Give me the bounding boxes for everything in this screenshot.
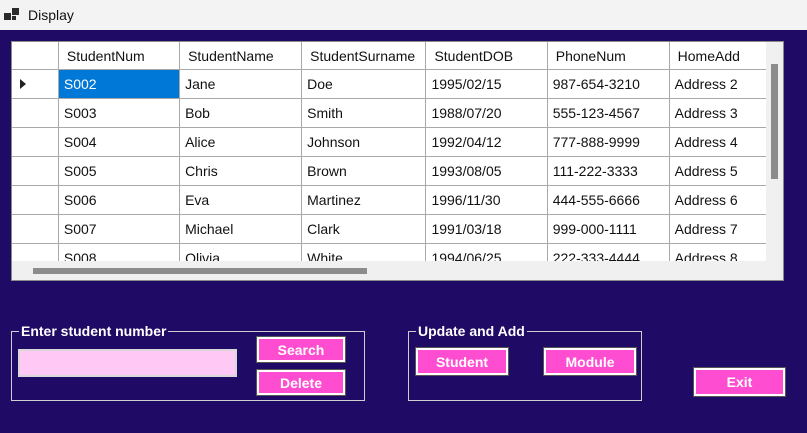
table-cell[interactable]: Michael [179,214,303,244]
table-cell[interactable]: 1988/07/20 [425,98,548,128]
table-cell[interactable]: 222-333-4444 [547,243,670,261]
table-cell[interactable]: 987-654-3210 [547,69,670,99]
search-button[interactable]: Search [257,337,345,362]
table-cell[interactable]: 1991/03/18 [425,214,548,244]
column-header[interactable]: StudentNum [58,42,181,70]
app-icon [4,7,20,23]
row-header[interactable] [12,243,59,261]
column-header[interactable]: StudentDOB [425,42,548,70]
row-header[interactable] [12,156,59,186]
table-cell[interactable]: Jane [179,69,303,99]
update-group-legend: Update and Add [416,323,527,339]
student-table: StudentNum StudentName StudentSurname St… [12,42,767,261]
table-cell[interactable]: 1994/06/25 [425,243,548,261]
table-cell[interactable]: Olivia [179,243,303,261]
table-cell[interactable]: S005 [58,156,181,186]
table-cell[interactable]: 1993/08/05 [425,156,548,186]
table-cell[interactable]: Address 3 [669,98,767,128]
column-header[interactable]: PhoneNum [547,42,670,70]
table-cell[interactable]: Address 8 [669,243,767,261]
table-cell[interactable]: S004 [58,127,181,157]
table-row[interactable]: S003 Bob Smith 1988/07/20 555-123-4567 A… [12,98,767,128]
table-cell[interactable]: Bob [179,98,303,128]
current-row-arrow-icon [20,79,26,89]
row-header-corner [12,42,59,70]
table-cell[interactable]: Address 2 [669,69,767,99]
table-cell[interactable]: Clark [301,214,427,244]
module-button[interactable]: Module [544,348,636,375]
column-header[interactable]: HomeAdd [669,42,767,70]
table-cell[interactable]: 444-555-6666 [547,185,670,215]
row-header[interactable] [12,69,59,99]
table-cell[interactable]: Address 5 [669,156,767,186]
vertical-scrollbar[interactable] [766,42,783,261]
header-row: StudentNum StudentName StudentSurname St… [12,42,767,70]
table-cell[interactable]: S008 [58,243,181,261]
table-cell[interactable]: Eva [179,185,303,215]
column-header[interactable]: StudentSurname [301,42,427,70]
table-cell[interactable]: Alice [179,127,303,157]
row-header[interactable] [12,214,59,244]
table-row[interactable]: S004 Alice Johnson 1992/04/12 777-888-99… [12,127,767,157]
column-header[interactable]: StudentName [179,42,303,70]
table-cell-selected[interactable]: S002 [58,69,181,99]
student-button[interactable]: Student [416,348,508,375]
table-cell[interactable]: Brown [301,156,427,186]
table-cell[interactable]: Martinez [301,185,427,215]
student-number-input[interactable] [18,349,237,377]
table-cell[interactable]: 111-222-3333 [547,156,670,186]
table-cell[interactable]: Johnson [301,127,427,157]
title-bar: Display [0,0,807,30]
table-row[interactable]: S006 Eva Martinez 1996/11/30 444-555-666… [12,185,767,215]
table-cell[interactable]: Address 6 [669,185,767,215]
table-cell[interactable]: Smith [301,98,427,128]
table-cell[interactable]: 999-000-1111 [547,214,670,244]
row-header[interactable] [12,127,59,157]
student-data-grid[interactable]: StudentNum StudentName StudentSurname St… [11,41,784,281]
update-add-groupbox: Update and Add Student Module [408,323,642,401]
table-row[interactable]: S007 Michael Clark 1991/03/18 999-000-11… [12,214,767,244]
row-header[interactable] [12,185,59,215]
table-cell[interactable]: 1996/11/30 [425,185,548,215]
table-cell[interactable]: S003 [58,98,181,128]
horizontal-scrollbar[interactable] [12,261,783,280]
table-row[interactable]: S005 Chris Brown 1993/08/05 111-222-3333… [12,156,767,186]
window-title: Display [28,7,74,23]
search-group-legend: Enter student number [19,323,169,339]
horizontal-scroll-thumb[interactable] [33,268,367,274]
table-cell[interactable]: Address 4 [669,127,767,157]
table-row[interactable]: S002 Jane Doe 1995/02/15 987-654-3210 Ad… [12,69,767,99]
delete-button[interactable]: Delete [257,370,345,395]
row-header[interactable] [12,98,59,128]
search-groupbox: Enter student number Search Delete [11,323,365,401]
table-cell[interactable]: S006 [58,185,181,215]
table-cell[interactable]: 1992/04/12 [425,127,548,157]
table-cell[interactable]: 1995/02/15 [425,69,548,99]
table-cell[interactable]: 777-888-9999 [547,127,670,157]
table-row[interactable]: S008 Olivia White 1994/06/25 222-333-444… [12,243,767,261]
vertical-scroll-thumb[interactable] [771,64,778,179]
table-cell[interactable]: S007 [58,214,181,244]
table-cell[interactable]: Address 7 [669,214,767,244]
exit-button[interactable]: Exit [694,368,785,396]
table-cell[interactable]: Chris [179,156,303,186]
table-cell[interactable]: White [301,243,427,261]
table-cell[interactable]: Doe [301,69,427,99]
table-cell[interactable]: 555-123-4567 [547,98,670,128]
